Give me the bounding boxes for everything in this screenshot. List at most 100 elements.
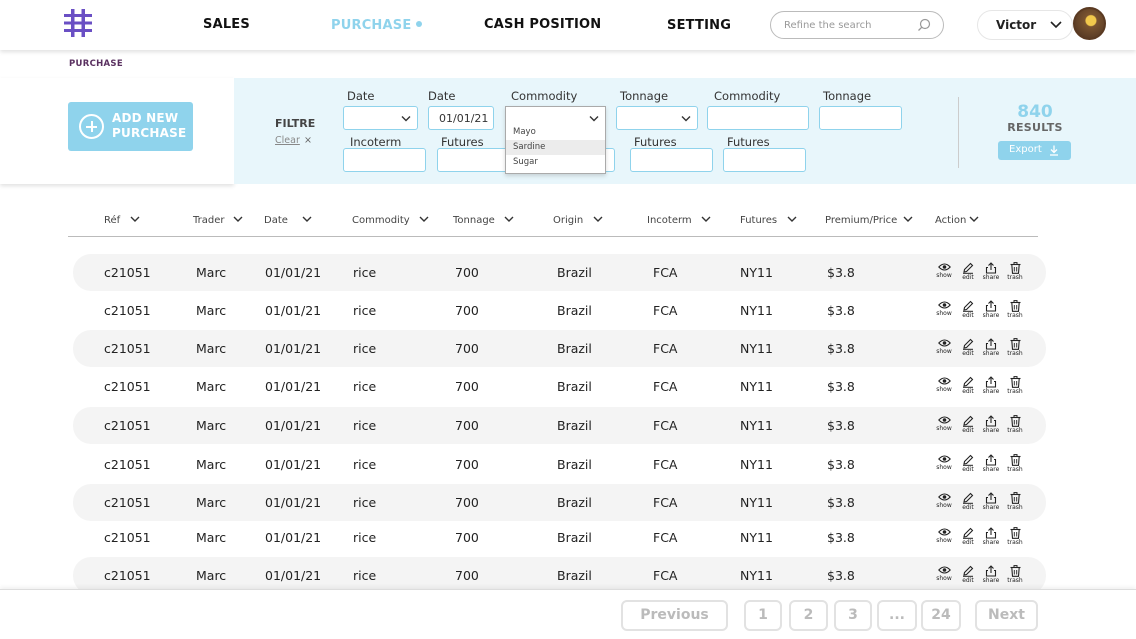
show-action-button[interactable]: show	[932, 262, 956, 286]
clear-filters-link[interactable]: Clear	[275, 135, 300, 146]
table-row[interactable]: c21051 Marc 01/01/21 rice 700 Brazil FCA NY11 $3…	[73, 446, 1046, 483]
nav-purchase[interactable]: PURCHASE	[331, 18, 423, 33]
table-row[interactable]: c21051 Marc 01/01/21 rice 700 Brazil FCA NY11 $3…	[73, 292, 1046, 329]
filter-title: FILTRE	[275, 117, 316, 130]
table-row[interactable]: c21051 Marc 01/01/21 rice 700 Brazil FCA NY11 $3…	[73, 368, 1046, 405]
share-action-button[interactable]: share	[979, 454, 1003, 478]
share-action-button[interactable]: share	[979, 527, 1003, 551]
trash-action-button[interactable]: trash	[1003, 527, 1027, 551]
show-action-button[interactable]: show	[932, 415, 956, 439]
cell-date: 01/01/21	[265, 341, 322, 356]
edit-action-button[interactable]: edit	[956, 338, 980, 362]
column-header-incoterm[interactable]: Incoterm	[647, 215, 711, 226]
filter-tonnage-1-select[interactable]	[616, 106, 698, 130]
active-indicator-dot	[416, 20, 423, 27]
edit-action-button[interactable]: edit	[956, 300, 980, 324]
column-header-action[interactable]: Action	[935, 215, 979, 226]
clear-icon[interactable]: ×	[304, 135, 312, 146]
page-button-3[interactable]: 3	[834, 600, 872, 631]
filter-date-1-select[interactable]	[343, 106, 418, 130]
edit-action-button[interactable]: edit	[956, 527, 980, 551]
column-header-commodity[interactable]: Commodity	[352, 215, 429, 226]
column-header-tonnage[interactable]: Tonnage	[453, 215, 514, 226]
show-action-button[interactable]: show	[932, 527, 956, 551]
table-row[interactable]: c21051 Marc 01/01/21 rice 700 Brazil FCA NY11 $3…	[73, 254, 1046, 291]
share-action-button[interactable]: share	[979, 565, 1003, 589]
column-header-origin[interactable]: Origin	[553, 215, 603, 226]
share-action-button[interactable]: share	[979, 338, 1003, 362]
trash-action-button[interactable]: trash	[1003, 338, 1027, 362]
dropdown-option-mayo[interactable]: Mayo	[506, 125, 605, 140]
cell-origin: Brazil	[557, 379, 592, 394]
add-new-purchase-button[interactable]: ADD NEW PURCHASE	[68, 102, 193, 151]
trash-action-button[interactable]: trash	[1003, 376, 1027, 400]
show-action-button[interactable]: show	[932, 492, 956, 516]
filter-label-futures-1: Futures	[441, 135, 484, 149]
dropdown-option-sardine[interactable]: Sardine	[506, 140, 605, 155]
show-action-button[interactable]: show	[932, 565, 956, 589]
cell-origin: Brazil	[557, 457, 592, 472]
show-action-button[interactable]: show	[932, 376, 956, 400]
share-action-button[interactable]: share	[979, 376, 1003, 400]
nav-sales[interactable]: SALES	[203, 17, 250, 32]
table-row[interactable]: c21051 Marc 01/01/21 rice 700 Brazil FCA NY11 $3…	[73, 330, 1046, 367]
edit-action-button[interactable]: edit	[956, 565, 980, 589]
edit-action-button[interactable]: edit	[956, 376, 980, 400]
app-logo-icon[interactable]	[64, 9, 92, 37]
cell-futures: NY11	[740, 495, 773, 510]
user-menu[interactable]: Victor	[977, 10, 1073, 40]
edit-action-button[interactable]: edit	[956, 262, 980, 286]
pencil-icon	[963, 454, 974, 466]
next-page-button[interactable]: Next	[975, 600, 1038, 631]
edit-action-button[interactable]: edit	[956, 492, 980, 516]
filter-tonnage-2-input[interactable]	[819, 106, 902, 130]
commodity-dropdown[interactable]: Mayo Sardine Sugar	[505, 106, 606, 174]
page-button-1[interactable]: 1	[744, 600, 782, 631]
filter-commodity-2-input[interactable]	[707, 106, 809, 130]
column-header-date[interactable]: Date	[264, 215, 312, 226]
filter-futures-3-input[interactable]	[723, 148, 806, 172]
share-action-button[interactable]: share	[979, 492, 1003, 516]
cell-trader: Marc	[196, 341, 227, 356]
column-header-trader[interactable]: Trader	[193, 215, 243, 226]
table-row[interactable]: c21051 Marc 01/01/21 rice 700 Brazil FCA NY11 $3…	[73, 519, 1046, 556]
trash-action-button[interactable]: trash	[1003, 300, 1027, 324]
page-button-2[interactable]: 2	[789, 600, 828, 631]
search-icon[interactable]	[917, 18, 931, 32]
filter-date-2-input[interactable]: 01/01/21	[428, 106, 494, 130]
show-action-label: show	[936, 272, 952, 279]
share-icon	[985, 376, 997, 388]
share-action-button[interactable]: share	[979, 415, 1003, 439]
row-actions: show edit share trash	[932, 492, 1028, 516]
nav-setting[interactable]: SETTING	[667, 18, 731, 33]
avatar[interactable]	[1073, 7, 1106, 40]
show-action-button[interactable]: show	[932, 300, 956, 324]
dropdown-option-sugar[interactable]: Sugar	[506, 155, 605, 170]
show-action-button[interactable]: show	[932, 338, 956, 362]
share-action-button[interactable]: share	[979, 300, 1003, 324]
previous-page-button[interactable]: Previous	[621, 600, 728, 631]
share-action-button[interactable]: share	[979, 262, 1003, 286]
edit-action-button[interactable]: edit	[956, 454, 980, 478]
trash-action-button[interactable]: trash	[1003, 565, 1027, 589]
column-header-premium-price[interactable]: Premium/Price	[825, 215, 913, 226]
search-input[interactable]: Refine the search	[770, 11, 944, 39]
cell-tonnage: 700	[455, 418, 479, 433]
cell-price: $3.8	[827, 457, 855, 472]
filter-incoterm-input[interactable]	[343, 148, 426, 172]
column-header-futures[interactable]: Futures	[740, 215, 797, 226]
filter-futures-2-input[interactable]	[630, 148, 713, 172]
download-icon	[1050, 145, 1058, 156]
trash-action-button[interactable]: trash	[1003, 415, 1027, 439]
edit-action-button[interactable]: edit	[956, 415, 980, 439]
show-action-button[interactable]: show	[932, 454, 956, 478]
page-button-24[interactable]: 24	[921, 600, 961, 631]
export-button[interactable]: Export	[998, 141, 1071, 160]
trash-action-button[interactable]: trash	[1003, 262, 1027, 286]
table-row[interactable]: c21051 Marc 01/01/21 rice 700 Brazil FCA NY11 $3…	[73, 484, 1046, 521]
table-row[interactable]: c21051 Marc 01/01/21 rice 700 Brazil FCA NY11 $3…	[73, 407, 1046, 444]
trash-action-button[interactable]: trash	[1003, 454, 1027, 478]
nav-cash-position[interactable]: CASH POSITION	[484, 17, 601, 32]
column-header-ref[interactable]: Réf	[104, 215, 140, 226]
trash-action-button[interactable]: trash	[1003, 492, 1027, 516]
